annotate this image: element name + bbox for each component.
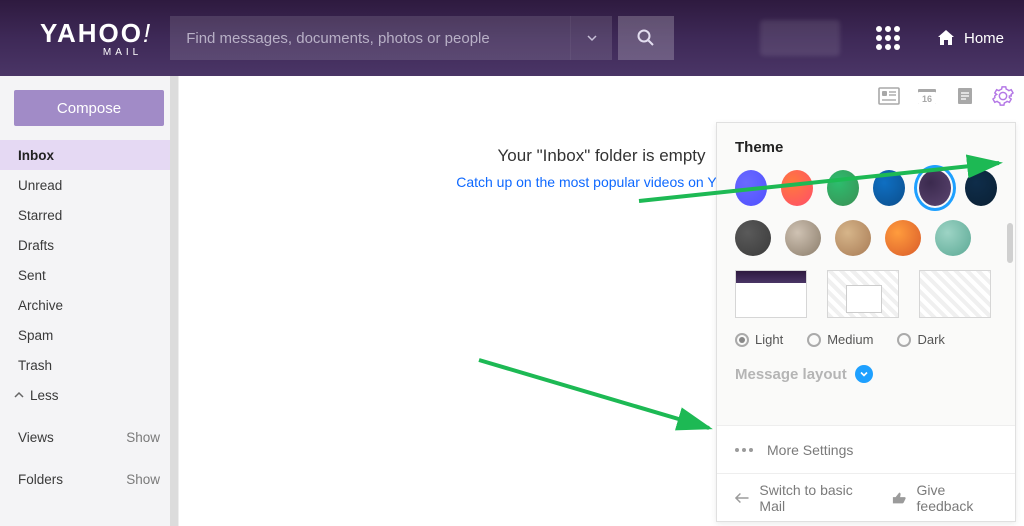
arrow-left-icon — [735, 492, 749, 504]
sidebar-section-folders: Folders Show — [0, 464, 178, 494]
theme-swatch[interactable] — [735, 220, 771, 256]
top-right-icons: 16 — [878, 86, 1014, 106]
theme-swatch[interactable] — [919, 170, 951, 206]
layout-thumb-row — [735, 270, 997, 318]
message-layout-heading[interactable]: Message layout — [735, 365, 997, 383]
folder-item-trash[interactable]: Trash — [0, 350, 178, 380]
logo-text: YAHOO — [40, 18, 143, 49]
mode-radio-row: Light Medium Dark — [735, 332, 997, 347]
yahoo-mail-logo[interactable]: YAHOO! MAIL — [40, 18, 152, 58]
folders-show-toggle[interactable]: Show — [126, 472, 160, 487]
empty-state-link[interactable]: Catch up on the most popular videos on Y… — [456, 174, 747, 190]
folder-item-starred[interactable]: Starred — [0, 200, 178, 230]
mode-radio-dark[interactable]: Dark — [897, 332, 944, 347]
apps-launcher-icon[interactable] — [876, 26, 900, 50]
folder-item-spam[interactable]: Spam — [0, 320, 178, 350]
theme-swatch[interactable] — [885, 220, 921, 256]
theme-swatch[interactable] — [827, 170, 859, 206]
search-bar — [170, 16, 674, 60]
search-icon — [636, 28, 656, 48]
settings-gear-icon[interactable] — [992, 86, 1014, 106]
views-label: Views — [18, 430, 54, 445]
app-header: YAHOO! MAIL Home — [0, 0, 1024, 76]
theme-heading: Theme — [735, 139, 997, 156]
basic-feedback-row: Switch to basic Mail Give feedback — [717, 473, 1015, 521]
more-icon — [735, 448, 753, 452]
search-input[interactable] — [170, 16, 570, 60]
annotation-arrow-to-more-settings — [479, 356, 719, 436]
views-show-toggle[interactable]: Show — [126, 430, 160, 445]
folder-list: Inbox Unread Starred Drafts Sent Archive… — [0, 140, 178, 380]
sidebar-scrollbar[interactable] — [170, 76, 178, 526]
radio-icon — [735, 333, 749, 347]
settings-panel-scrollbar[interactable] — [1007, 223, 1013, 263]
settings-panel: Theme Light Medium Dark Message layo — [716, 122, 1016, 522]
folder-item-archive[interactable]: Archive — [0, 290, 178, 320]
radio-icon — [897, 333, 911, 347]
theme-swatch[interactable] — [873, 170, 905, 206]
less-toggle[interactable]: Less — [0, 380, 178, 410]
home-link[interactable]: Home — [936, 28, 1004, 48]
calendar-icon[interactable]: 16 — [916, 86, 938, 106]
mode-radio-medium[interactable]: Medium — [807, 332, 873, 347]
folder-item-unread[interactable]: Unread — [0, 170, 178, 200]
layout-thumb-dark[interactable] — [919, 270, 991, 318]
more-settings-row[interactable]: More Settings — [717, 425, 1015, 473]
folder-item-drafts[interactable]: Drafts — [0, 230, 178, 260]
logo-bang: ! — [143, 18, 152, 49]
folders-label: Folders — [18, 472, 63, 487]
svg-text:16: 16 — [922, 94, 932, 104]
compose-button[interactable]: Compose — [14, 90, 164, 126]
theme-swatch-row-1 — [735, 170, 997, 206]
theme-swatch[interactable] — [965, 170, 997, 206]
chevron-down-icon — [586, 32, 598, 44]
thumbs-up-icon — [892, 491, 906, 505]
search-dropdown-toggle[interactable] — [570, 16, 612, 60]
layout-thumb-classic[interactable] — [735, 270, 807, 318]
chevron-down-icon — [855, 365, 873, 383]
switch-basic-mail[interactable]: Switch to basic Mail — [735, 482, 870, 514]
chevron-up-icon — [14, 390, 24, 400]
notepad-icon[interactable] — [954, 86, 976, 106]
theme-swatch-row-2 — [735, 220, 997, 256]
folder-item-inbox[interactable]: Inbox — [0, 140, 178, 170]
sidebar-section-views: Views Show — [0, 422, 178, 452]
home-icon — [936, 28, 956, 48]
radio-icon — [807, 333, 821, 347]
sidebar: Compose Inbox Unread Starred Drafts Sent… — [0, 76, 178, 526]
folder-item-sent[interactable]: Sent — [0, 260, 178, 290]
theme-swatch[interactable] — [935, 220, 971, 256]
main-area: 16 Your "Inbox" folder is empty Catch up… — [178, 76, 1024, 526]
home-label: Home — [964, 30, 1004, 47]
theme-swatch[interactable] — [835, 220, 871, 256]
theme-swatch[interactable] — [781, 170, 813, 206]
theme-swatch[interactable] — [735, 170, 767, 206]
theme-swatch[interactable] — [785, 220, 821, 256]
user-profile-area[interactable] — [760, 20, 840, 56]
give-feedback[interactable]: Give feedback — [892, 482, 997, 514]
layout-thumb-medium[interactable] — [827, 270, 899, 318]
search-button[interactable] — [618, 16, 674, 60]
mode-radio-light[interactable]: Light — [735, 332, 783, 347]
contacts-icon[interactable] — [878, 86, 900, 106]
